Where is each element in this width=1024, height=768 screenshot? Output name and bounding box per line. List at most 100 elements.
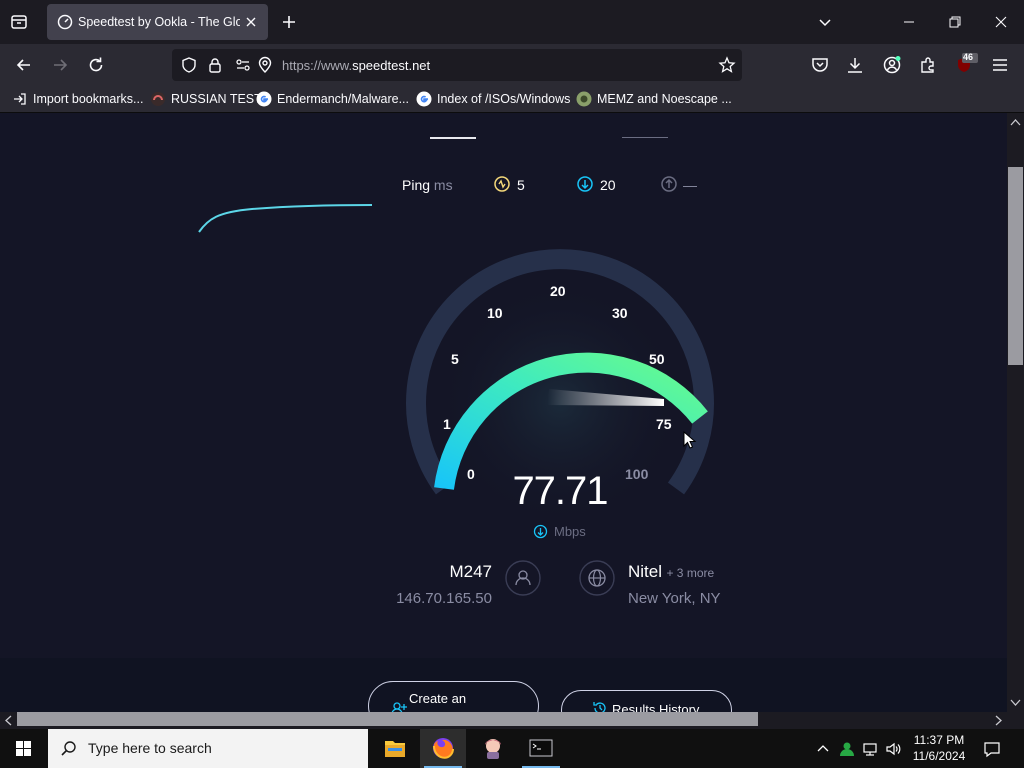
horizontal-scroll-thumb[interactable] [17,712,758,726]
url-scheme: https://www. [282,58,353,73]
volume-icon[interactable] [885,740,903,758]
tab-title: Speedtest by Ookla - The Global Broadban… [78,15,240,29]
network-icon[interactable] [862,740,880,758]
download-icon [533,524,548,539]
url-text[interactable]: https://www.speedtest.net [282,58,430,73]
gauge-label-20: 20 [550,283,566,299]
bookmark-russian-test[interactable]: RUSSIAN TEST [150,90,262,108]
tab-bar: Speedtest by Ookla - The Global Broadban… [0,0,1024,44]
mouse-cursor-icon [683,431,697,449]
scroll-down-icon[interactable] [1010,699,1021,707]
terminal-app[interactable] [518,729,564,768]
gauge-label-75: 75 [656,416,672,432]
url-bar[interactable]: https://www.speedtest.net [172,49,742,81]
bookmark-endermanch[interactable]: Endermanch/Malware... [256,90,409,108]
speed-graph-line [198,204,373,233]
server-location[interactable]: New York, NY [628,590,721,607]
speed-unit: Mbps [533,524,586,539]
url-host: speedtest.net [352,58,431,73]
jitter-icon [493,175,511,193]
location-icon[interactable] [256,56,274,74]
create-account-label: Create an [409,691,467,706]
speedtest-page: Ping ms 5 20 — 0 1 5 10 20 30 50 75 100 … [0,113,1007,712]
clock-date: 11/6/2024 [912,749,966,763]
bookmark-label: Index of /ISOs/Windows [437,92,571,106]
create-account-button[interactable]: Create an [368,681,539,712]
back-icon[interactable] [14,55,34,75]
isp-ip: 146.70.165.50 [396,590,492,607]
add-user-icon [391,700,407,712]
taskbar-search[interactable]: Type here to search [48,729,368,768]
chevron-down-icon[interactable] [816,13,834,31]
start-button[interactable] [0,729,48,768]
server-more-link[interactable]: + 3 more [666,566,714,580]
google-icon [256,91,272,107]
menu-icon[interactable] [990,55,1010,75]
ping-label-text: Ping [402,177,431,193]
bookmark-label: Endermanch/Malware... [277,92,410,106]
gauge-label-5: 5 [451,351,459,367]
close-tab-icon[interactable] [243,14,259,30]
scroll-left-icon[interactable] [4,715,12,726]
downloads-icon[interactable] [845,55,865,75]
gauge-label-30: 30 [612,305,628,321]
bookmark-import[interactable]: Import bookmarks... [12,90,143,108]
file-explorer-app[interactable] [372,729,418,768]
download-ping-value: 20 [600,177,616,193]
upload-ping-icon [660,175,678,193]
isp-name: M247 [449,562,492,581]
gauge-label-10: 10 [487,305,503,321]
download-ping-icon [576,175,594,193]
ublock-origin-icon[interactable]: 46 [954,52,978,77]
bookmark-index-isos[interactable]: Index of /ISOs/Windows [416,90,570,108]
user-icon [505,560,541,596]
lock-icon[interactable] [206,56,224,74]
pocket-icon[interactable] [810,55,830,75]
gauge-label-1: 1 [443,416,451,432]
search-icon [60,740,78,758]
list-all-tabs-icon[interactable] [8,12,30,32]
import-icon [12,91,28,107]
navigation-toolbar: https://www.speedtest.net 46 [0,44,1024,85]
people-icon[interactable] [838,740,856,758]
globe-icon [579,560,615,596]
close-window-button[interactable] [978,0,1024,44]
tracking-protection-icon[interactable] [180,56,198,74]
reload-icon[interactable] [86,55,106,75]
ping-unit: ms [433,177,453,193]
chevron-up-icon[interactable] [815,741,831,757]
new-tab-icon[interactable] [280,13,298,31]
notification-icon[interactable] [982,739,1002,759]
forward-icon[interactable] [50,55,70,75]
scroll-up-icon[interactable] [1010,118,1021,126]
vertical-scroll-thumb[interactable] [1008,167,1023,365]
windows-taskbar: Type here to search 11:37 PM 11/6/2024 [0,729,1024,768]
section-underline [622,137,668,138]
minimize-button[interactable] [886,0,932,44]
results-history-button[interactable]: Results History [561,690,732,712]
server-name-text: Nitel [628,562,663,581]
taskbar-clock[interactable]: 11:37 PM 11/6/2024 [905,732,973,764]
speed-unit-text: Mbps [554,524,586,539]
search-placeholder: Type here to search [88,740,212,756]
speedtest-favicon-icon [57,14,73,30]
bookmark-star-icon[interactable] [718,56,736,74]
anime-app[interactable] [470,729,516,768]
clock-time: 11:37 PM [913,733,965,747]
scroll-right-icon[interactable] [995,715,1003,726]
ping-label: Ping ms [402,177,453,193]
bookmark-memz[interactable]: MEMZ and Noescape ... [576,90,732,108]
extensions-icon[interactable] [918,55,938,75]
jitter-value: 5 [517,177,525,193]
server-name[interactable]: Nitel + 3 more [628,562,714,582]
tab-speedtest[interactable]: Speedtest by Ookla - The Global Broadban… [47,4,268,40]
account-icon[interactable] [882,55,902,75]
site-icon [576,91,592,107]
results-history-label: Results History [612,702,700,712]
firefox-app[interactable] [420,729,466,768]
permissions-icon[interactable] [234,56,252,74]
bookmark-label: Import bookmarks... [33,92,144,106]
gauge-label-0: 0 [467,466,475,482]
bookmarks-toolbar: Import bookmarks... RUSSIAN TEST Enderma… [0,85,1024,113]
restore-button[interactable] [932,0,978,44]
